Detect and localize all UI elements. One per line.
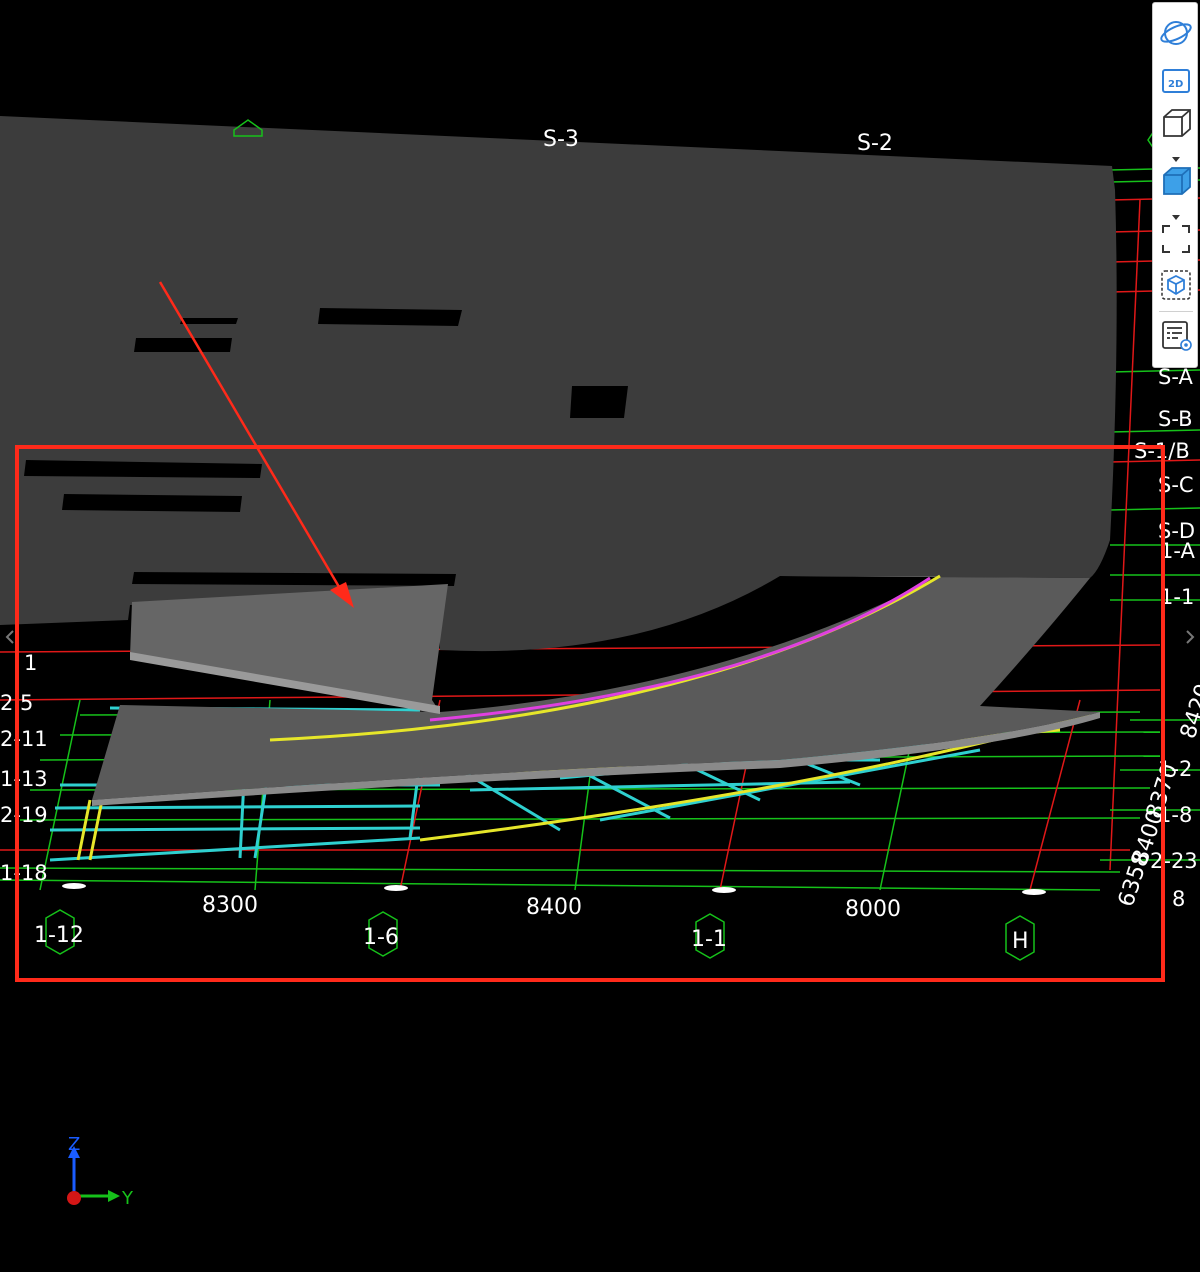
nav-left-arrow[interactable]: [2, 622, 18, 652]
3d-shaded-button[interactable]: [1158, 163, 1194, 199]
3d-wireframe-dropdown[interactable]: [1170, 149, 1182, 162]
view-toolbar: 2D: [1152, 2, 1198, 368]
right-label-sb: S-B: [1158, 407, 1193, 431]
dim-8300: 8300: [202, 893, 258, 918]
2d-view-label: 2D: [1168, 79, 1183, 90]
axis-label-h: H: [1012, 929, 1029, 954]
orbit-icon: [1160, 21, 1192, 45]
3d-shaded-dropdown[interactable]: [1170, 207, 1182, 220]
upper-floor-slab: [0, 116, 1117, 652]
axis-label-1-12: 1-12: [34, 923, 84, 948]
right-label-8: 8: [1172, 887, 1185, 911]
3d-viewport[interactable]: 1 2.5 2-11 1-13 2-19 1-18 S-A S-B S-1/B …: [0, 0, 1200, 1272]
left-label-3: 2-11: [0, 727, 48, 751]
3d-wireframe-button[interactable]: [1158, 105, 1194, 141]
cube-outline-icon: [1163, 109, 1191, 137]
properties-icon: [1162, 321, 1192, 351]
2d-view-icon: 2D: [1162, 69, 1190, 93]
nav-right-arrow[interactable]: [1182, 622, 1198, 652]
right-label-1a: 1-A: [1160, 539, 1195, 563]
top-axis-s2: S-2: [857, 131, 893, 156]
axis-z-label: Z: [68, 1134, 80, 1155]
left-label-1: 1: [24, 651, 37, 675]
axis-y-label: Y: [121, 1188, 134, 1209]
properties-button[interactable]: [1158, 317, 1194, 353]
top-axis-s3: S-3: [543, 127, 579, 152]
right-label-sa: S-A: [1158, 365, 1193, 389]
left-label-5: 2-19: [0, 803, 48, 827]
left-label-6: 1-18: [0, 861, 48, 885]
left-label-4: 1-13: [0, 767, 48, 791]
chevron-left-icon: [5, 630, 14, 644]
dim-8400: 8400: [526, 895, 582, 920]
fit-view-icon: [1162, 225, 1190, 253]
dim-8000: 8000: [845, 897, 901, 922]
axis-label-1-1: 1-1: [691, 927, 727, 952]
section-box-icon: [1161, 270, 1191, 300]
section-box-button[interactable]: [1158, 267, 1194, 303]
cube-shaded-icon: [1163, 167, 1191, 195]
right-label-2-23: 2-23: [1150, 849, 1198, 873]
right-label-1-1: 1-1: [1160, 585, 1194, 609]
axis-label-1-6: 1-6: [363, 925, 399, 950]
chevron-right-icon: [1186, 630, 1195, 644]
toolbar-separator: [1159, 311, 1193, 312]
orbit-button[interactable]: [1158, 15, 1194, 51]
fit-view-button[interactable]: [1158, 221, 1194, 257]
2d-view-button[interactable]: 2D: [1158, 63, 1194, 99]
